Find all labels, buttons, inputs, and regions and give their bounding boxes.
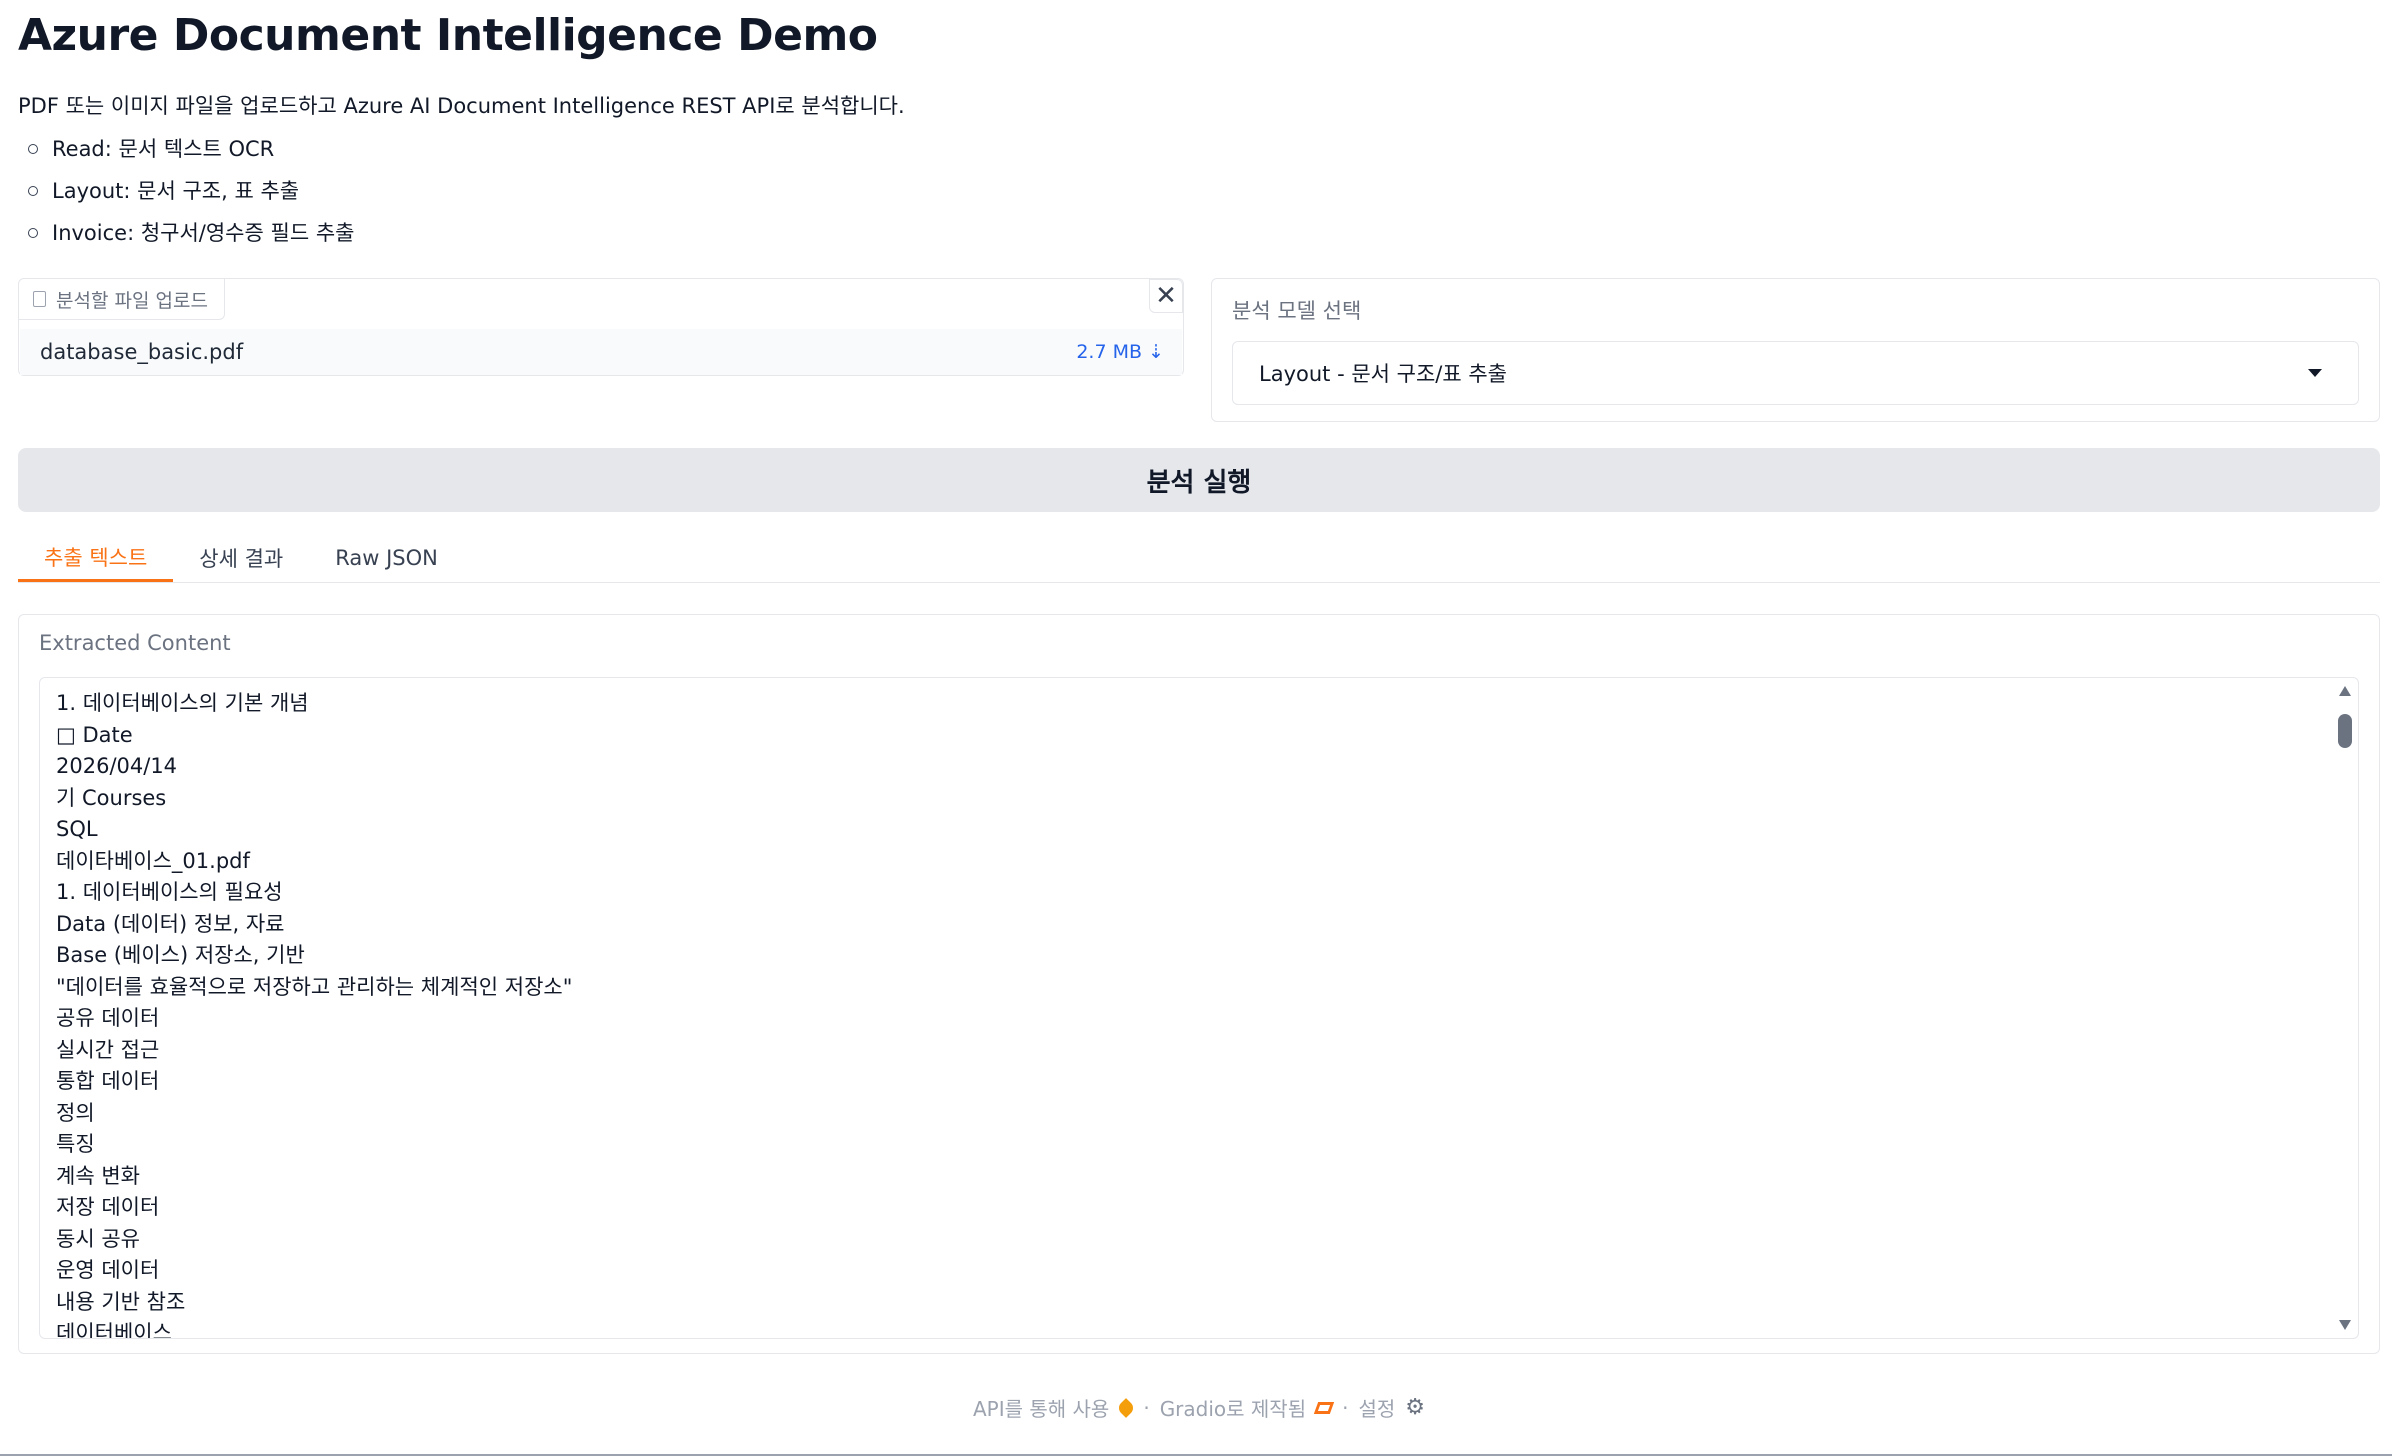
clear-file-button[interactable]: ✕ xyxy=(1149,279,1183,313)
extracted-content-label: Extracted Content xyxy=(39,631,231,655)
feature-item-invoice: Invoice: 청구서/영수증 필드 추출 xyxy=(18,212,354,254)
content-line: Base (베이스) 저장소, 기반 xyxy=(56,943,305,967)
model-dropdown[interactable]: Layout - 문서 구조/표 추출 xyxy=(1232,341,2359,405)
tab-detail-result[interactable]: 상세 결과 xyxy=(173,534,309,582)
gear-icon[interactable]: ⚙ xyxy=(1405,1395,1425,1420)
content-line: 실시간 접근 xyxy=(56,1037,160,1062)
rocket-icon xyxy=(1116,1397,1137,1418)
gradio-logo-icon xyxy=(1313,1401,1335,1414)
run-analysis-button[interactable]: 분석 실행 xyxy=(18,448,2380,512)
intro-text: PDF 또는 이미지 파일을 업로드하고 Azure AI Document I… xyxy=(18,94,905,118)
content-line: 특징 xyxy=(56,1132,95,1156)
scroll-down-icon[interactable] xyxy=(2339,1320,2351,1330)
footer-separator: · xyxy=(1143,1395,1150,1420)
content-line: 동시 공유 xyxy=(56,1226,140,1251)
content-line: Data (데이터) 정보, 자료 xyxy=(56,911,285,936)
file-upload-label-text: 분석할 파일 업로드 xyxy=(56,289,208,312)
tab-extracted-text[interactable]: 추출 텍스트 xyxy=(18,534,174,582)
feature-list: Read: 문서 텍스트 OCR Layout: 문서 구조, 표 추출 Inv… xyxy=(18,128,354,254)
content-line: 데이타베이스_01.pdf xyxy=(56,848,250,873)
extracted-content-lines: 1. 데이터베이스의 기본 개념 □ Date 2026/04/14 기 Course… xyxy=(56,688,2318,1339)
footer-api-link[interactable]: API를 통해 사용 xyxy=(973,1393,1109,1422)
scrollbar[interactable] xyxy=(2332,678,2358,1338)
result-tabs: 추출 텍스트 상세 결과 Raw JSON xyxy=(18,534,2380,583)
content-line: 저장 데이터 xyxy=(56,1195,160,1219)
content-line: 내용 기반 참조 xyxy=(56,1289,186,1314)
content-line: 1. 데이터베이스의 기본 개념 xyxy=(56,691,309,715)
content-line: 정의 xyxy=(56,1100,95,1125)
footer: API를 통해 사용 · Gradio로 제작됨 · 설정 ⚙ xyxy=(18,1393,2380,1422)
model-dropdown-value: Layout - 문서 구조/표 추출 xyxy=(1259,362,1507,386)
file-upload-label: 분석할 파일 업로드 xyxy=(19,279,225,320)
file-upload-panel[interactable]: 분석할 파일 업로드 ✕ database_basic.pdf 2.7 MB ⇣ xyxy=(18,278,1184,376)
extracted-content-textarea[interactable]: 1. 데이터베이스의 기본 개념 □ Date 2026/04/14 기 Course… xyxy=(39,677,2359,1339)
footer-separator: · xyxy=(1342,1395,1349,1420)
uploaded-file-row[interactable]: database_basic.pdf 2.7 MB ⇣ xyxy=(20,329,1182,375)
file-download-link[interactable]: 2.7 MB ⇣ xyxy=(1076,341,1164,363)
page-title: Azure Document Intelligence Demo xyxy=(18,10,878,61)
model-select-panel: 분석 모델 선택 Layout - 문서 구조/표 추출 xyxy=(1211,278,2380,422)
footer-gradio-link[interactable]: Gradio로 제작됨 xyxy=(1160,1393,1306,1422)
content-line: 계속 변화 xyxy=(56,1163,140,1188)
feature-item-layout: Layout: 문서 구조, 표 추출 xyxy=(18,170,354,212)
content-line: □ Date xyxy=(56,722,133,747)
file-icon xyxy=(33,291,46,307)
content-line: 공유 데이터 xyxy=(56,1006,160,1030)
content-line: 운영 데이터 xyxy=(56,1258,160,1282)
tab-raw-json[interactable]: Raw JSON xyxy=(309,534,464,582)
content-line: 기 Courses xyxy=(56,785,167,810)
content-line: SQL xyxy=(56,817,98,841)
footer-settings-link[interactable]: 설정 xyxy=(1358,1393,1395,1422)
feature-item-read: Read: 문서 텍스트 OCR xyxy=(18,128,354,170)
model-select-label: 분석 모델 선택 xyxy=(1232,299,1362,323)
content-line: 데이터베이스 xyxy=(56,1321,172,1339)
content-line: "데이터를 효율적으로 저장하고 관리하는 체계적인 저장소" xyxy=(56,974,573,999)
content-line: 통합 데이터 xyxy=(56,1069,160,1093)
chevron-down-icon xyxy=(2308,369,2322,377)
close-icon: ✕ xyxy=(1155,281,1177,311)
scrollbar-thumb[interactable] xyxy=(2338,714,2352,748)
scroll-up-icon[interactable] xyxy=(2339,686,2351,696)
content-line: 2026/04/14 xyxy=(56,754,178,778)
extracted-content-panel: Extracted Content 1. 데이터베이스의 기본 개념 □ Date… xyxy=(18,614,2380,1354)
file-name: database_basic.pdf xyxy=(40,340,244,364)
content-line: 1. 데이터베이스의 필요성 xyxy=(56,880,283,904)
